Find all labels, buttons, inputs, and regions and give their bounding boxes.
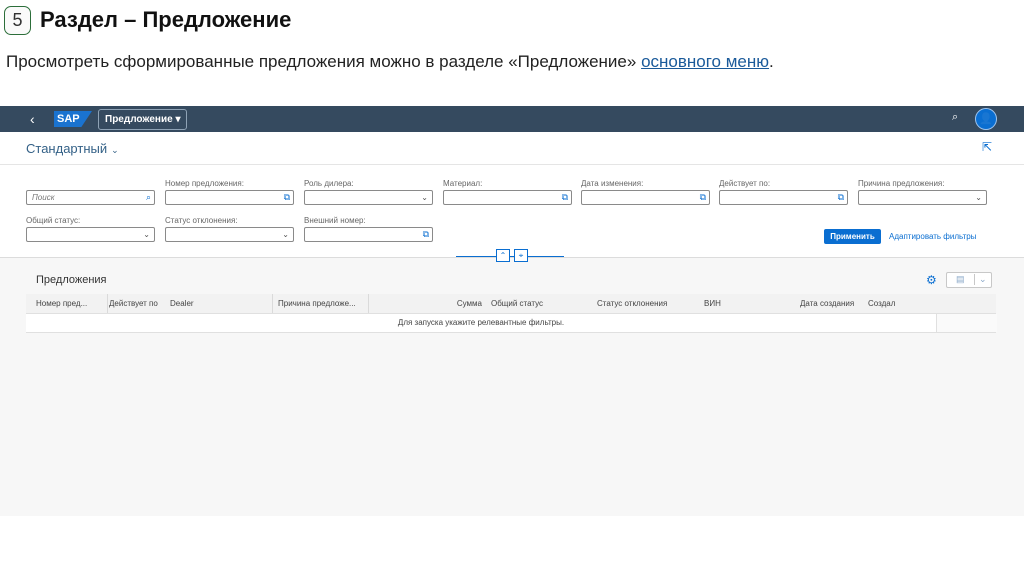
app-menu-button[interactable]: Предложение ▾ [98, 109, 188, 130]
variant-selector[interactable]: Стандартный ⌄ [26, 141, 119, 156]
filter-valid-until: Действует по: ⧉ [719, 178, 848, 205]
dealer-role-label: Роль дилера: [304, 179, 354, 188]
chevron-down-icon: ⌄ [421, 193, 428, 202]
share-icon[interactable]: ⇱ [982, 140, 992, 154]
value-help-icon[interactable]: ⧉ [284, 191, 290, 204]
filter-search: Поиск ⌕ [26, 178, 155, 205]
overall-status-label: Общий статус: [26, 216, 81, 225]
value-help-icon[interactable]: ⧉ [423, 228, 429, 241]
search-placeholder: Поиск [32, 193, 55, 202]
collapse-header-button[interactable]: ⌃ [496, 249, 510, 262]
table-filler-column [936, 314, 997, 332]
export-button[interactable]: ▤ ⌄ [946, 272, 992, 288]
filter-change-date: Дата изменения: ⧉ [581, 178, 710, 205]
column-header[interactable]: Сумма [370, 294, 482, 313]
filter-material: Материал: ⧉ [443, 178, 572, 205]
filter-overall-status: Общий статус: ⌄ [26, 215, 155, 242]
settings-icon[interactable]: ⚙ [926, 273, 937, 287]
chevron-down-icon: ⌄ [975, 193, 982, 202]
export-icon: ▤ [956, 274, 965, 284]
material-label: Материал: [443, 179, 483, 188]
column-header[interactable]: Создал [868, 294, 928, 313]
column-header[interactable]: Действует по [109, 294, 169, 313]
offer-reason-label: Причина предложения: [858, 179, 945, 188]
adapt-filters-button[interactable]: Адаптировать фильтры [889, 229, 976, 244]
no-data-text: Для запуска укажите релевантные фильтры. [397, 318, 565, 327]
rejection-status-select[interactable]: ⌄ [165, 227, 294, 242]
filter-dealer-role: Роль дилера: ⌄ [304, 178, 433, 205]
chevron-down-icon: ⌄ [974, 274, 987, 285]
intro-text-body: Просмотреть сформированные предложения м… [6, 52, 642, 71]
value-help-icon[interactable]: ⧉ [562, 191, 568, 204]
filter-offer-number: Номер предложения: ⧉ [165, 178, 294, 205]
overall-status-select[interactable]: ⌄ [26, 227, 155, 242]
external-number-label: Внешний номер: [304, 216, 366, 225]
main-menu-link[interactable]: основного меню [641, 52, 769, 71]
column-header[interactable]: Причина предложе... [278, 294, 369, 313]
intro-text-end: . [769, 52, 774, 71]
value-help-icon[interactable]: ⧉ [700, 191, 706, 204]
filter-external-number: Внешний номер: ⧉ [304, 215, 433, 242]
sap-logo[interactable]: SAP [54, 111, 92, 127]
search-field-icon: ⌕ [145, 192, 151, 202]
value-help-icon[interactable]: ⧉ [838, 191, 844, 204]
table-header: Номер пред... Действует по Dealer Причин… [26, 294, 996, 314]
page-header: Стандартный ⌄ ⇱ [0, 132, 1024, 165]
chevron-down-icon: ⌄ [282, 230, 289, 239]
pin-header-button[interactable]: ⌖ [514, 249, 528, 262]
change-date-input[interactable]: ⧉ [581, 190, 710, 205]
filter-divider [456, 256, 564, 257]
intro-text: Просмотреть сформированные предложения м… [6, 50, 774, 74]
change-date-label: Дата изменения: [581, 179, 644, 188]
slide-number: 5 [4, 6, 31, 35]
valid-until-label: Действует по: [719, 179, 771, 188]
user-icon: 👤 [979, 113, 993, 125]
chevron-down-icon: ⌄ [143, 230, 150, 239]
slide-title: Раздел – Предложение [40, 7, 292, 32]
chevron-down-icon: ⌄ [111, 145, 119, 155]
search-input[interactable]: Поиск ⌕ [26, 190, 155, 205]
table-body: Для запуска укажите релевантные фильтры. [26, 314, 997, 333]
offer-reason-select[interactable]: ⌄ [858, 190, 987, 205]
column-header[interactable]: Дата создания [800, 294, 862, 313]
variant-label: Стандартный [26, 141, 108, 156]
rejection-status-label: Статус отклонения: [165, 216, 238, 225]
search-icon[interactable]: ⌕ [952, 111, 958, 124]
filter-offer-reason: Причина предложения: ⌄ [858, 178, 987, 205]
column-header[interactable]: Общий статус [491, 294, 591, 313]
table-title: Предложения [36, 274, 107, 286]
column-header[interactable]: Статус отклонения [597, 294, 697, 313]
column-header[interactable]: ВИН [704, 294, 794, 313]
filter-rejection-status: Статус отклонения: ⌄ [165, 215, 294, 242]
user-avatar[interactable]: 👤 [975, 108, 997, 130]
shell-bar: ‹ SAP Предложение ▾ ⌕ 👤 [0, 106, 1024, 132]
dealer-role-select[interactable]: ⌄ [304, 190, 433, 205]
external-number-input[interactable]: ⧉ [304, 227, 433, 242]
column-header[interactable]: Номер пред... [26, 294, 108, 313]
valid-until-input[interactable]: ⧉ [719, 190, 848, 205]
app-content: Стандартный ⌄ ⇱ Поиск ⌕ Номер предложения… [0, 132, 1024, 516]
back-icon[interactable]: ‹ [30, 110, 35, 128]
column-header[interactable]: Dealer [170, 294, 273, 313]
offer-number-input[interactable]: ⧉ [165, 190, 294, 205]
material-input[interactable]: ⧉ [443, 190, 572, 205]
offer-number-label: Номер предложения: [165, 179, 244, 188]
apply-button[interactable]: Применить [824, 229, 881, 244]
